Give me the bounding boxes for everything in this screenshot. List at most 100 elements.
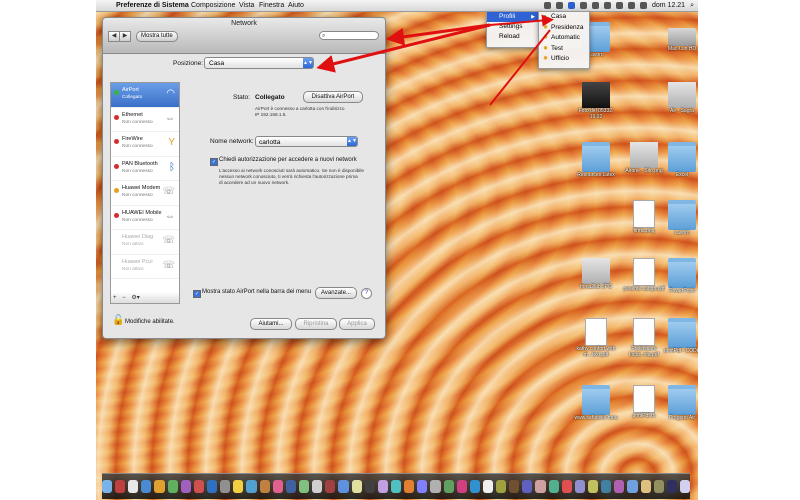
dock-app-icon[interactable]: [548, 480, 559, 493]
profiles-status-icon[interactable]: [567, 2, 575, 9]
desktop-icon[interactable]: kathy confort with m...text.pdf: [572, 318, 620, 358]
menu-vista[interactable]: Vista: [239, 0, 254, 11]
help-button[interactable]: ?: [361, 288, 372, 299]
menu-item-reload[interactable]: Reload: [487, 32, 539, 42]
dock-app-icon[interactable]: [535, 480, 546, 493]
dock-app-icon[interactable]: [469, 480, 480, 493]
remove-interface-button[interactable]: −: [120, 295, 128, 301]
interface-item-huawei-diag[interactable]: Huawei Diag Non attivo ☏: [111, 230, 179, 255]
battery-status-icon[interactable]: [639, 2, 647, 9]
dock-app-icon[interactable]: [640, 480, 651, 493]
interface-item-huawei-pcui[interactable]: Huawei Pcui Non attivo ☏: [111, 255, 179, 279]
position-select[interactable]: Casa ▲▼: [204, 57, 314, 69]
advanced-button[interactable]: Avanzate...: [315, 287, 357, 299]
desktop-icon[interactable]: www.safarisite mou: [572, 385, 620, 421]
submenu-item-ufficio[interactable]: ✸ Ufficio: [539, 54, 589, 65]
show-all-button[interactable]: Mostra tutte: [136, 31, 178, 42]
dock-app-icon[interactable]: [233, 480, 244, 493]
desktop-icon[interactable]: Excel: [658, 142, 698, 178]
desktop-icon[interactable]: firma2lab.JPG: [572, 258, 620, 290]
menu-clock[interactable]: dom 12.21: [652, 0, 685, 11]
menu-app-name[interactable]: Preferenze di Sistema: [116, 0, 189, 11]
spotlight-icon[interactable]: ⌕: [690, 0, 694, 11]
dock-app-icon[interactable]: [522, 480, 533, 493]
interface-item-huawei-modem[interactable]: Huawei Modem Non connesso ☏: [111, 181, 179, 206]
lock-icon[interactable]: 🔓: [112, 315, 124, 326]
interface-item-firewire[interactable]: FireWire Non connesso Y: [111, 132, 179, 157]
dock-app-icon[interactable]: [666, 480, 678, 493]
dock-app-icon[interactable]: [312, 480, 323, 493]
revert-button[interactable]: Ripristina: [295, 318, 337, 330]
dock-app-icon[interactable]: [509, 480, 520, 493]
desktop-icon[interactable]: Foto del 05332, 19.02: [572, 82, 620, 120]
search-input[interactable]: ⌕: [319, 31, 379, 40]
bluetooth-status-icon[interactable]: [603, 2, 611, 9]
status-icon[interactable]: [555, 2, 563, 9]
disable-airport-button[interactable]: Disattiva AirPort: [303, 91, 363, 103]
dock-app-icon[interactable]: [456, 480, 467, 493]
submenu-item-automatic[interactable]: ✸ Automatic: [539, 33, 589, 44]
dock-app-icon[interactable]: [417, 480, 428, 493]
status-icon[interactable]: [579, 2, 587, 9]
wifi-status-icon[interactable]: [615, 2, 623, 9]
dock-app-icon[interactable]: [627, 480, 638, 493]
network-name-select[interactable]: carlotta ▲▼: [255, 136, 358, 147]
dock-app-icon[interactable]: [482, 480, 494, 493]
dock-app-icon[interactable]: [298, 480, 310, 493]
interface-item-airport[interactable]: AirPort Collegato ◠: [111, 83, 179, 108]
menu-item-profili[interactable]: Profili ▶: [487, 12, 539, 22]
show-status-checkbox[interactable]: ✓: [193, 290, 201, 298]
dock-app-icon[interactable]: [285, 480, 296, 493]
interface-item-pan-bluetooth[interactable]: PAN Bluetooth Non connesso ᛒ: [111, 157, 179, 181]
dock-app-icon[interactable]: [272, 480, 283, 493]
dock-app-icon[interactable]: [561, 480, 572, 493]
dock-app-icon[interactable]: [680, 480, 691, 493]
dock-app-icon[interactable]: [351, 480, 362, 493]
dock-app-icon[interactable]: [653, 480, 664, 493]
ask-permission-checkbox[interactable]: ✓: [210, 158, 218, 166]
desktop-icon[interactable]: PowerPoint: [658, 258, 698, 294]
dock-app-icon[interactable]: [404, 480, 415, 493]
menu-finestra[interactable]: Finestra: [259, 0, 284, 11]
assist-me-button[interactable]: Aiutami...: [250, 318, 292, 330]
status-icon[interactable]: [591, 2, 599, 9]
dock-app-icon[interactable]: [614, 480, 625, 493]
submenu-item-test[interactable]: ✸ Test: [539, 44, 589, 55]
dock-app-icon[interactable]: [588, 480, 599, 493]
volume-status-icon[interactable]: [627, 2, 635, 9]
dock-app-icon[interactable]: [220, 480, 231, 493]
dock-app-icon[interactable]: [601, 480, 612, 493]
submenu-item-presidenza[interactable]: ✸ Presidenza: [539, 23, 589, 34]
dock-app-icon[interactable]: [364, 480, 375, 493]
forward-button[interactable]: ▶: [119, 31, 131, 42]
desktop-icon[interactable]: Progetto Air: [658, 385, 698, 421]
dock-app-icon[interactable]: [338, 480, 349, 493]
dock-app-icon[interactable]: [141, 480, 152, 493]
dock-app-icon[interactable]: [180, 480, 191, 493]
desktop-icon[interactable]: Mac-Lun HD: [658, 22, 698, 52]
dock-app-icon[interactable]: [101, 480, 112, 493]
menu-aiuto[interactable]: Aiuto: [288, 0, 304, 11]
dock-app-icon[interactable]: [128, 480, 139, 493]
dock-app-icon[interactable]: [206, 480, 218, 493]
interface-item-huawei-mobile[interactable]: HUAWEI Mobile Non connesso ⇔: [111, 206, 179, 230]
desktop-icon[interactable]: Resources Latex: [572, 142, 620, 178]
desktop-icon[interactable]: printPdf - CODE: [658, 318, 698, 354]
desktop-icon[interactable]: Air - Sagra: [658, 82, 698, 114]
dock-app-icon[interactable]: [430, 480, 441, 493]
dock-app-icon[interactable]: [246, 480, 257, 493]
dock-app-icon[interactable]: [574, 480, 586, 493]
menu-item-settings[interactable]: Settings: [487, 22, 539, 32]
dock-app-icon[interactable]: [167, 480, 178, 493]
add-interface-button[interactable]: +: [111, 295, 119, 301]
status-icon[interactable]: [543, 2, 551, 9]
dock-app-icon[interactable]: [496, 480, 507, 493]
desktop-icon[interactable]: Lavoro: [658, 200, 698, 236]
menu-composizione[interactable]: Composizione: [191, 0, 235, 11]
dock-app-icon[interactable]: [325, 480, 336, 493]
gear-menu-button[interactable]: ⚙▾: [129, 295, 141, 301]
dock-app-icon[interactable]: [259, 480, 270, 493]
interface-item-ethernet[interactable]: Ethernet Non connesso ⇔: [111, 108, 179, 132]
dock-app-icon[interactable]: [114, 480, 126, 493]
apply-button[interactable]: Applica: [339, 318, 375, 330]
